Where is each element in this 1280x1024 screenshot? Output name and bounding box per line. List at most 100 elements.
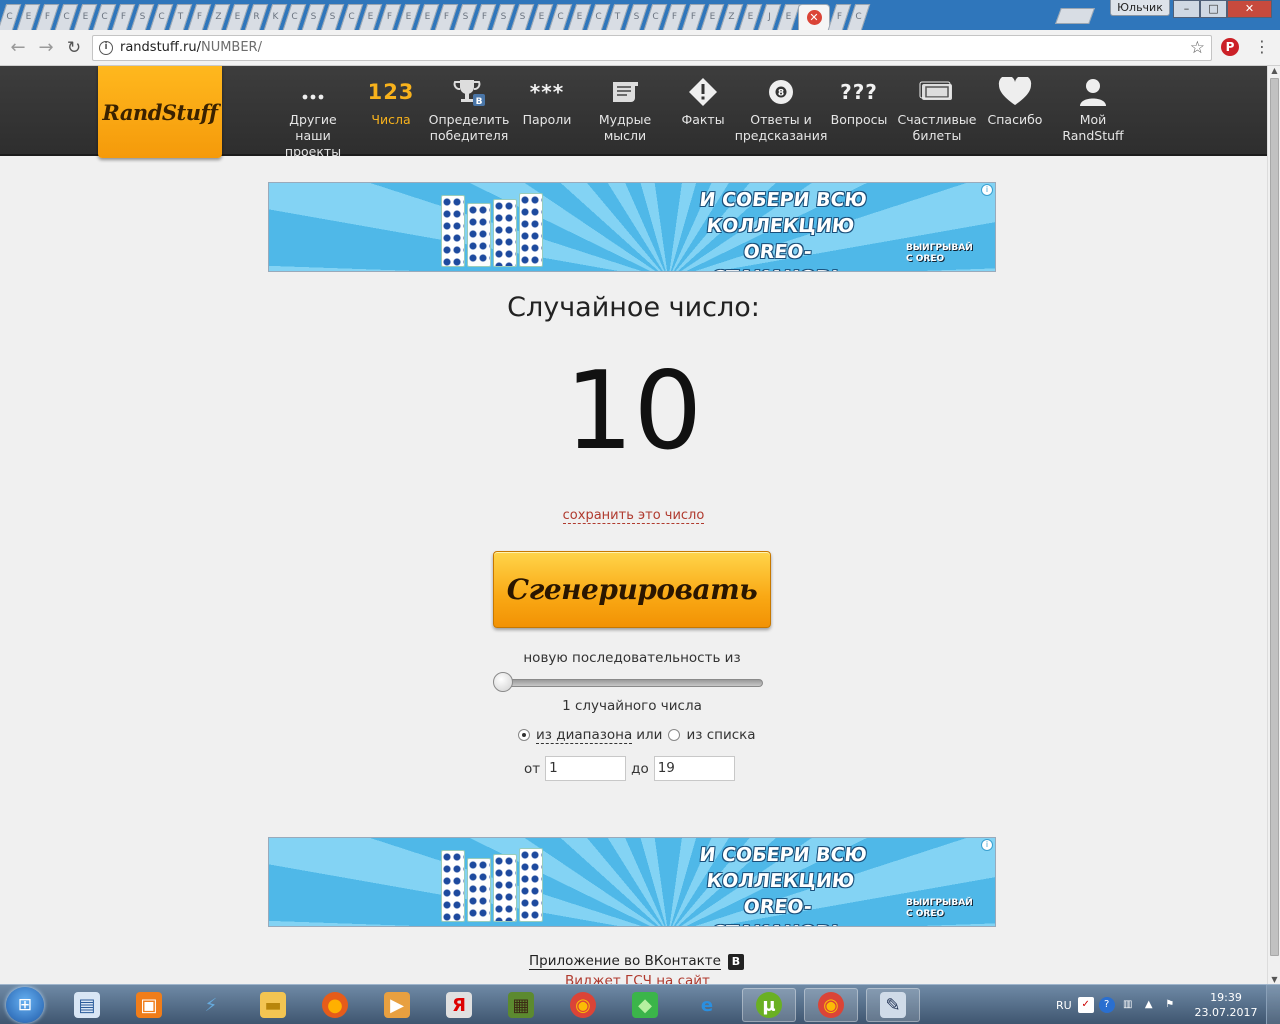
browser-tab[interactable]: E (361, 4, 380, 30)
taskbar-chrome-button[interactable]: ◉ (556, 988, 610, 1022)
browser-tab[interactable]: Z (722, 4, 741, 30)
browser-tab[interactable]: E (779, 4, 798, 30)
browser-tab[interactable]: C (589, 4, 608, 30)
browser-tab[interactable]: C (849, 4, 868, 30)
taskbar-sims-button[interactable]: ◆ (618, 988, 672, 1022)
minimize-button[interactable]: – (1173, 0, 1200, 18)
browser-tab[interactable]: C (95, 4, 114, 30)
start-button[interactable]: ⊞ (6, 987, 44, 1023)
browser-tab[interactable]: T (608, 4, 627, 30)
browser-tab[interactable]: C (342, 4, 361, 30)
browser-tab[interactable]: J (760, 4, 779, 30)
profile-button[interactable]: Юльчик (1110, 0, 1170, 16)
browser-tab[interactable]: C (551, 4, 570, 30)
nav-item-user[interactable]: Мой RandStuff (1054, 72, 1132, 160)
back-button[interactable]: ← (6, 36, 30, 60)
tray-expand-icon[interactable]: ▲ (1141, 997, 1157, 1013)
range-mode-radio[interactable] (518, 729, 530, 741)
browser-tab[interactable]: E (76, 4, 95, 30)
browser-tab[interactable]: E (570, 4, 589, 30)
range-mode-label[interactable]: из диапазона (536, 727, 633, 744)
browser-tab[interactable]: F (38, 4, 57, 30)
browser-tab[interactable]: E (532, 4, 551, 30)
browser-tab[interactable]: F (190, 4, 209, 30)
document-icon[interactable]: ✓ (1077, 997, 1094, 1013)
reload-button[interactable]: ↻ (62, 36, 86, 60)
maximize-button[interactable]: □ (1200, 0, 1227, 18)
scroll-up-arrow[interactable]: ▲ (1269, 66, 1280, 75)
menu-icon[interactable]: ⋮ (1254, 38, 1270, 56)
generate-button[interactable]: Сгенерировать (493, 551, 771, 628)
browser-tab[interactable]: E (703, 4, 722, 30)
browser-tab[interactable]: T (171, 4, 190, 30)
show-desktop-button[interactable] (1266, 985, 1280, 1024)
browser-tab[interactable]: F (475, 4, 494, 30)
address-bar[interactable]: i randstuff.ru/NUMBER/ ☆ (92, 35, 1212, 61)
nav-item-exclamation[interactable]: Факты (664, 72, 742, 160)
vk-icon[interactable]: B (727, 954, 744, 970)
to-input[interactable]: 19 (653, 756, 735, 781)
top-ad-banner[interactable]: И СОБЕРИ ВСЮ КОЛЛЕКЦИЮ OREO-СТАКАНОВ! ВЫИГ… (268, 182, 996, 272)
nav-item-questions[interactable]: ??? Вопросы (820, 72, 898, 160)
forward-button[interactable]: → (34, 36, 58, 60)
browser-tab[interactable]: F (684, 4, 703, 30)
browser-tab[interactable]: C (152, 4, 171, 30)
taskbar-display-settings-button[interactable]: ▤ (60, 988, 114, 1022)
active-browser-tab[interactable]: ✕ (798, 4, 830, 30)
taskbar-minecraft-button[interactable]: ▦ (494, 988, 548, 1022)
nav-item-magic-ball[interactable]: 8 Ответы и предсказания (735, 72, 827, 160)
browser-tab[interactable]: S (304, 4, 323, 30)
browser-tab[interactable]: F (665, 4, 684, 30)
slider-handle[interactable] (493, 672, 513, 692)
browser-tab[interactable]: C (285, 4, 304, 30)
info-icon[interactable]: i (99, 41, 113, 55)
new-tab-button[interactable] (1055, 8, 1095, 24)
vk-app-link-text[interactable]: Приложение во ВКонтакте (529, 954, 721, 970)
pinterest-icon[interactable]: P (1221, 38, 1239, 56)
browser-tab[interactable]: F (437, 4, 456, 30)
bottom-ad-banner[interactable]: И СОБЕРИ ВСЮ КОЛЛЕКЦИЮ OREO-СТАКАНОВ! ВЫИГ… (268, 837, 996, 927)
browser-tab[interactable]: C (646, 4, 665, 30)
browser-tab[interactable]: C (57, 4, 76, 30)
taskbar-photo-button[interactable]: ▣ (122, 988, 176, 1022)
list-mode-label[interactable]: из списка (686, 727, 755, 743)
browser-tab[interactable]: E (19, 4, 38, 30)
browser-tab[interactable]: S (494, 4, 513, 30)
ad-info-icon[interactable]: i (981, 839, 993, 851)
ad-info-icon[interactable]: i (981, 184, 993, 196)
browser-tab[interactable]: C (0, 4, 19, 30)
page-scrollbar[interactable]: ▲ ▼ (1267, 66, 1280, 984)
scroll-thumb[interactable] (1270, 78, 1279, 956)
browser-tab[interactable]: Z (209, 4, 228, 30)
browser-tab[interactable]: F (380, 4, 399, 30)
close-window-button[interactable]: ✕ (1227, 0, 1272, 18)
nav-item-dots[interactable]: Другие наши проекты (274, 72, 352, 160)
browser-tab[interactable]: E (399, 4, 418, 30)
vk-app-link[interactable]: Приложение во ВКонтакте B (529, 954, 744, 970)
save-number-link[interactable]: сохранить это число (562, 508, 705, 524)
browser-tab[interactable]: E (228, 4, 247, 30)
taskbar-network-button[interactable]: ⚡ (184, 988, 238, 1022)
from-input[interactable]: 1 (545, 756, 627, 781)
browser-tab[interactable]: E (741, 4, 760, 30)
list-mode-radio[interactable] (668, 729, 681, 741)
browser-tab[interactable]: S (323, 4, 342, 30)
help-icon[interactable]: ? (1098, 997, 1115, 1013)
nav-item-heart[interactable]: Спасибо (976, 72, 1054, 160)
browser-tab[interactable]: R (247, 4, 266, 30)
taskbar-ie-button[interactable]: e (680, 988, 734, 1022)
browser-tab[interactable]: S (627, 4, 646, 30)
browser-tab[interactable]: E (418, 4, 437, 30)
taskbar-folder-button[interactable]: ▬ (246, 988, 300, 1022)
site-logo[interactable]: RandStuff (98, 66, 222, 158)
count-slider[interactable] (493, 672, 763, 692)
clock[interactable]: 19:39 23.07.2017 (1194, 990, 1258, 1020)
taskbar-paint-button[interactable]: ✎ (866, 988, 920, 1022)
nav-item-password[interactable]: *** Пароли (508, 72, 586, 160)
language-indicator[interactable]: RU (1056, 999, 1072, 1012)
browser-tab[interactable]: S (133, 4, 152, 30)
scroll-down-arrow[interactable]: ▼ (1269, 975, 1280, 984)
browser-tab[interactable]: F (830, 4, 849, 30)
slider-track[interactable] (497, 679, 763, 687)
browser-tab[interactable]: S (513, 4, 532, 30)
